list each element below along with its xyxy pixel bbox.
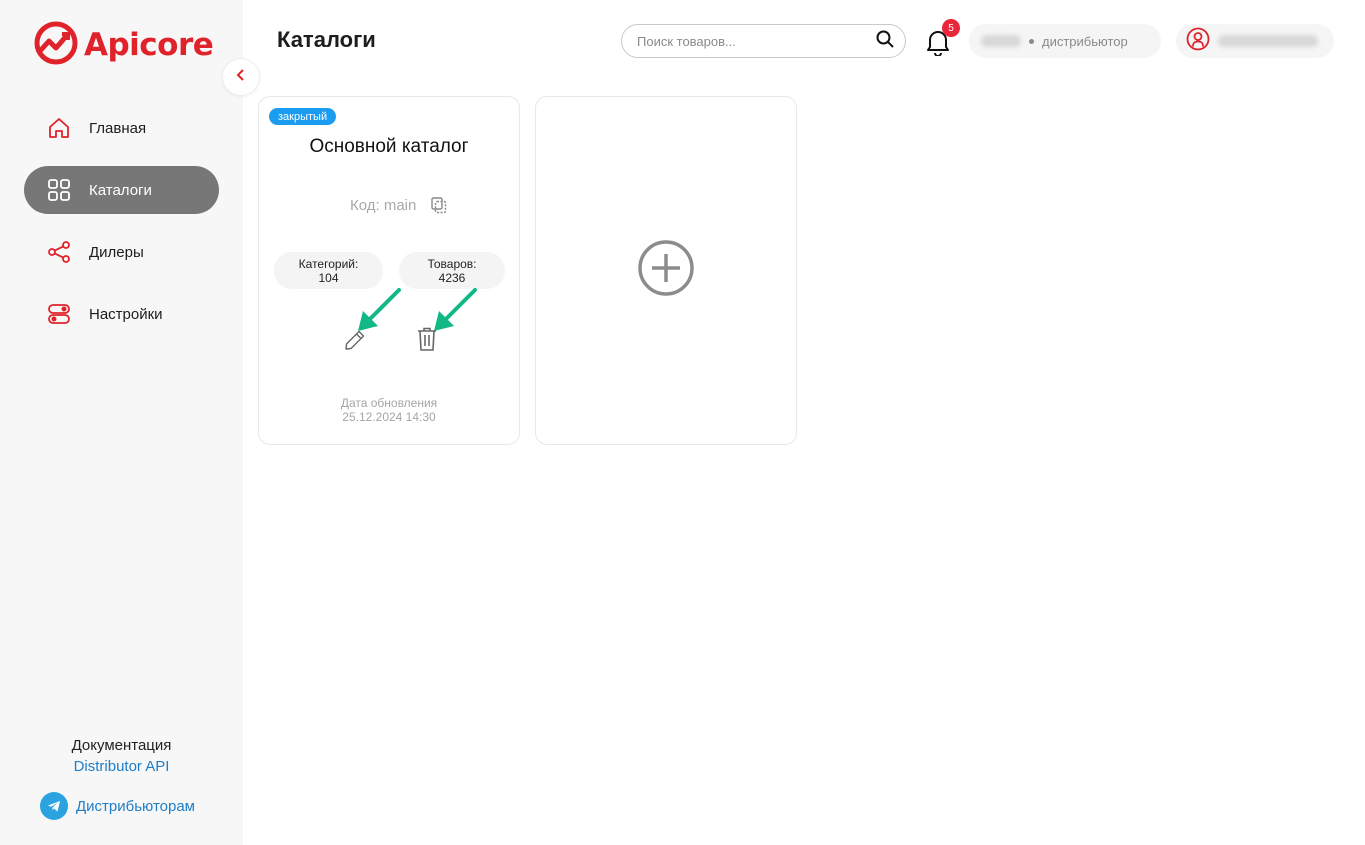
products-stat: Товаров: 4236 bbox=[399, 252, 505, 289]
categories-stat: Категорий: 104 bbox=[274, 252, 383, 289]
toggle-settings-icon bbox=[46, 301, 72, 327]
categories-label: Категорий: bbox=[298, 257, 359, 271]
plus-circle-icon bbox=[636, 238, 696, 303]
catalog-code-label: Код: main bbox=[350, 196, 417, 214]
products-label: Товаров: bbox=[427, 257, 477, 271]
products-count: 4236 bbox=[438, 271, 466, 285]
catalog-card[interactable]: закрытый Основной каталог Код: main Кате… bbox=[258, 96, 520, 445]
share-icon bbox=[46, 239, 72, 265]
sidebar: Apicore Главная Каталоги Дилеры Настройк… bbox=[0, 0, 243, 845]
sidebar-item-settings[interactable]: Настройки bbox=[24, 290, 219, 338]
sidebar-item-dealers[interactable]: Дилеры bbox=[24, 228, 219, 276]
search-icon[interactable] bbox=[875, 29, 895, 54]
updated-label: Дата обновления bbox=[340, 396, 438, 410]
telegram-link[interactable]: Дистрибьюторам bbox=[40, 792, 195, 820]
updated-value: 25.12.2024 14:30 bbox=[342, 410, 436, 424]
catalog-name: Основной каталог bbox=[309, 136, 469, 157]
chevron-left-icon bbox=[236, 68, 246, 86]
notification-badge: 5 bbox=[942, 19, 960, 37]
home-icon bbox=[46, 115, 72, 141]
brand-name: Apicore bbox=[84, 27, 214, 63]
catalog-code: Код: main bbox=[350, 196, 448, 214]
add-catalog-card[interactable] bbox=[535, 96, 797, 445]
page-title: Каталоги bbox=[277, 27, 376, 52]
user-email-redacted bbox=[1218, 35, 1318, 47]
account-name-redacted bbox=[981, 35, 1021, 47]
sidebar-item-label: Настройки bbox=[89, 305, 163, 323]
sidebar-item-label: Дилеры bbox=[89, 243, 144, 261]
search-input[interactable] bbox=[637, 33, 875, 49]
user-avatar-icon bbox=[1186, 27, 1210, 56]
grid-icon bbox=[46, 177, 72, 203]
edit-catalog-button[interactable] bbox=[343, 328, 367, 352]
collapse-sidebar-button[interactable] bbox=[222, 58, 260, 96]
delete-catalog-button[interactable] bbox=[415, 326, 439, 352]
telegram-label: Дистрибьюторам bbox=[76, 797, 195, 815]
app-root: Apicore Главная Каталоги Дилеры Настройк… bbox=[0, 0, 1365, 845]
account-role-pill[interactable]: дистрибьютор bbox=[969, 24, 1161, 58]
docs-link[interactable]: Distributor API bbox=[0, 758, 243, 775]
logo[interactable]: Apicore bbox=[34, 21, 214, 70]
sidebar-item-label: Каталоги bbox=[89, 181, 152, 199]
categories-count: 104 bbox=[318, 271, 339, 285]
status-badge: закрытый bbox=[269, 108, 337, 125]
trash-icon bbox=[415, 327, 439, 356]
sidebar-item-label: Главная bbox=[89, 119, 147, 137]
sidebar-item-home[interactable]: Главная bbox=[24, 104, 219, 152]
telegram-icon bbox=[40, 792, 68, 820]
pencil-icon bbox=[343, 330, 367, 356]
bell-icon bbox=[925, 31, 951, 60]
sidebar-item-catalogs[interactable]: Каталоги bbox=[24, 166, 219, 214]
docs-block: Документация Distributor API bbox=[0, 737, 243, 775]
docs-title: Документация bbox=[71, 737, 172, 754]
copy-icon[interactable] bbox=[430, 196, 448, 214]
sidebar-nav: Главная Каталоги Дилеры Настройки bbox=[24, 104, 219, 352]
user-menu[interactable] bbox=[1176, 24, 1334, 58]
logo-mark-icon bbox=[34, 21, 78, 70]
updated-date: Дата обновления 25.12.2024 14:30 bbox=[259, 396, 519, 424]
search-box bbox=[621, 24, 906, 58]
account-role: дистрибьютор bbox=[1042, 33, 1128, 49]
separator-dot bbox=[1029, 38, 1034, 44]
